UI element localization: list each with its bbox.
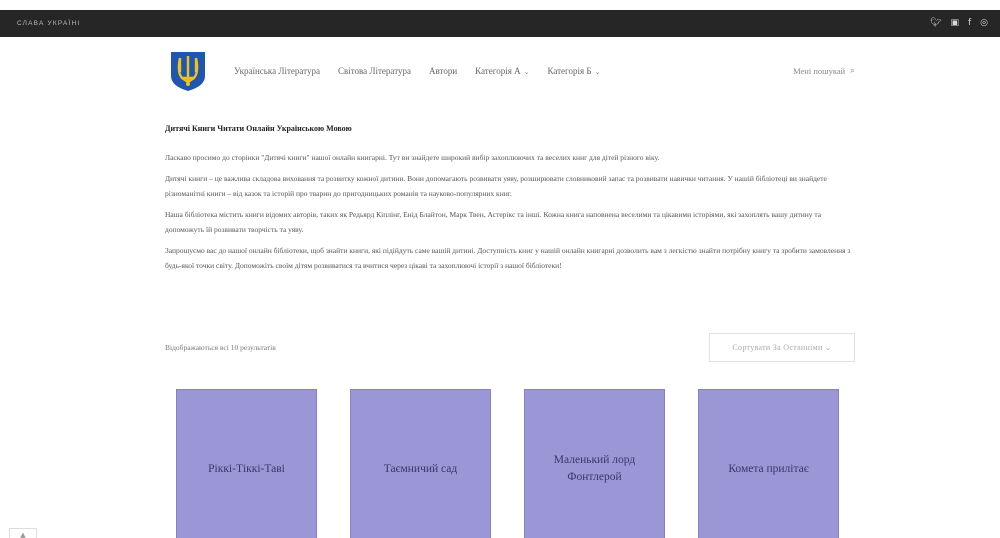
nav-item-label: Світова Література xyxy=(337,65,411,76)
book-title: Комета прилітає xyxy=(728,462,809,475)
top-bar: СЛАВА УКРАЇНІ 🐦︎ ▣ f ◎ xyxy=(0,10,1000,37)
nav-item-label: Українська Література xyxy=(234,65,320,76)
page-title: Дитячі Книги Читати Онлайн Українською М… xyxy=(165,124,352,133)
trident-logo-icon xyxy=(171,51,205,91)
book-title: Таємничий сад xyxy=(383,462,458,475)
book-card[interactable]: Маленький лорд Фонтлерой xyxy=(524,389,665,538)
result-count: Відображаються всі 10 результатів xyxy=(165,343,276,352)
instagram-icon[interactable]: ▣ xyxy=(950,19,959,28)
main-content: Дитячі Книги Читати Онлайн Українською М… xyxy=(165,124,855,279)
facebook-icon[interactable]: f xyxy=(968,19,971,28)
pinterest-icon[interactable]: ◎ xyxy=(980,19,988,28)
nav-item-ukrainian-literature[interactable]: Українська Література xyxy=(234,66,320,76)
twitter-icon[interactable]: 🐦︎ xyxy=(930,19,941,28)
scroll-to-top-button[interactable]: ▲ xyxy=(9,528,37,538)
nav-item-world-literature[interactable]: Світова Література xyxy=(338,66,411,76)
book-card[interactable]: Таємничий сад xyxy=(350,389,491,538)
main-nav: Українська Література Світова Література… xyxy=(234,66,600,76)
nav-item-label: Категорія А xyxy=(475,65,521,76)
nav-item-label: Категорія Б xyxy=(547,65,592,76)
nav-item-label: Автори xyxy=(429,65,458,76)
intro-paragraph: Ласкаво просимо до сторінки "Дитячі книг… xyxy=(165,153,660,162)
intro-paragraph: Наша бібліотека містить книги відомих ав… xyxy=(165,210,822,234)
topbar-title: СЛАВА УКРАЇНІ xyxy=(17,20,81,27)
book-title: Маленький лорд Фонтлерой xyxy=(553,454,636,483)
chevron-down-icon: ⌄ xyxy=(594,67,601,76)
site-header: Українська Література Світова Література… xyxy=(165,48,855,93)
intro-paragraph: Дитячі книги – це важлива складова вихов… xyxy=(165,174,827,198)
search-label: Мені пошукай xyxy=(793,65,846,76)
nav-item-category-a[interactable]: Категорія А ⌄ xyxy=(475,66,529,76)
results-bar: Відображаються всі 10 результатів Сортув… xyxy=(165,333,855,362)
book-grid: Ріккі-Тіккі-Таві Таємничий сад Маленький… xyxy=(176,389,846,538)
social-links: 🐦︎ ▣ f ◎ xyxy=(930,19,988,28)
book-card[interactable]: Комета прилітає xyxy=(698,389,839,538)
search-toggle[interactable]: Мені пошукай ⌕ xyxy=(793,65,855,76)
book-card[interactable]: Ріккі-Тіккі-Таві xyxy=(176,389,317,538)
sort-select[interactable]: Сортувати За Останніми ⌄ xyxy=(709,333,855,362)
chevron-down-icon: ⌄ xyxy=(523,67,530,76)
search-icon: ⌕ xyxy=(850,65,855,75)
chevron-down-icon: ⌄ xyxy=(824,343,832,352)
intro-paragraph: Запрошуємо вас до нашої онлайн бібліотек… xyxy=(165,246,851,270)
nav-item-category-b[interactable]: Категорія Б ⌄ xyxy=(547,66,600,76)
book-title: Ріккі-Тіккі-Таві xyxy=(208,462,285,475)
sort-label: Сортувати За Останніми xyxy=(732,343,823,352)
nav-item-authors[interactable]: Автори xyxy=(429,66,457,76)
site-logo[interactable] xyxy=(165,49,211,93)
